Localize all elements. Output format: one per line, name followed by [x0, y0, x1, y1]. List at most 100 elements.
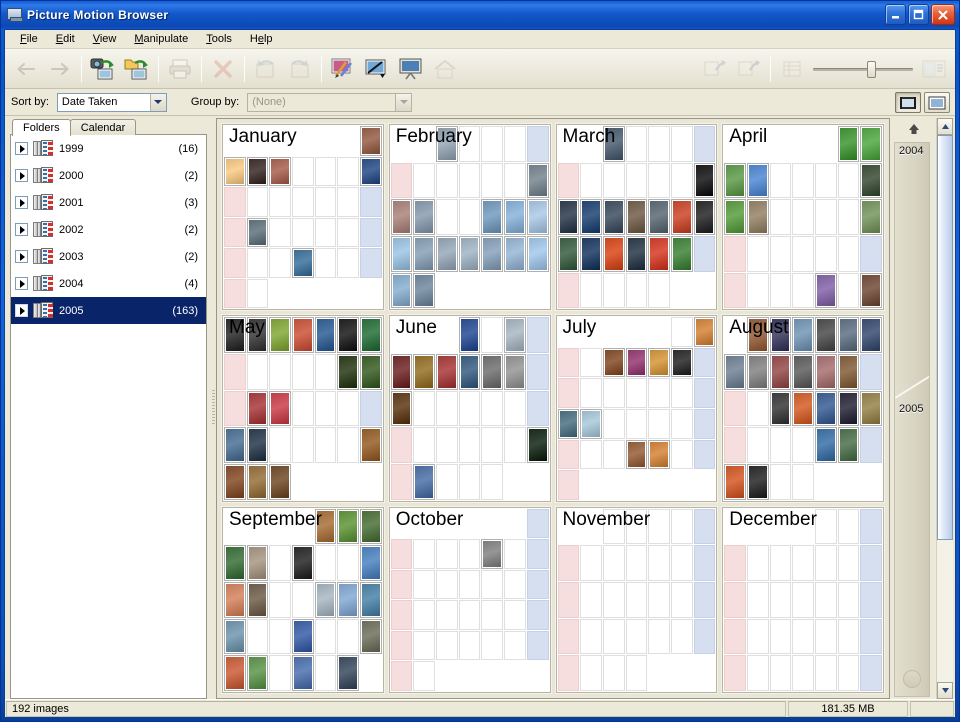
photo-thumbnail[interactable] [862, 201, 880, 233]
day-cell[interactable] [625, 378, 648, 408]
menu-tools[interactable]: Tools [197, 31, 241, 48]
day-cell[interactable] [292, 187, 314, 217]
day-cell[interactable] [693, 378, 716, 408]
photo-thumbnail[interactable] [248, 657, 267, 689]
day-cell[interactable] [769, 581, 792, 618]
day-cell[interactable] [246, 655, 269, 691]
photo-thumbnail[interactable] [392, 237, 411, 270]
photo-thumbnail[interactable] [794, 392, 812, 425]
day-cell[interactable] [360, 390, 382, 427]
sort-by-combo[interactable]: Date Taken [56, 92, 167, 112]
day-cell[interactable] [314, 618, 337, 655]
day-cell[interactable] [246, 248, 269, 278]
day-cell[interactable] [746, 655, 769, 691]
day-cell[interactable] [413, 539, 436, 569]
day-cell[interactable] [693, 199, 716, 235]
photo-thumbnail[interactable] [506, 237, 524, 270]
day-cell[interactable] [292, 217, 314, 248]
day-cell[interactable] [557, 581, 580, 618]
day-cell[interactable] [602, 199, 625, 235]
day-cell[interactable] [602, 235, 625, 272]
day-cell[interactable] [314, 545, 337, 581]
photo-thumbnail[interactable] [627, 237, 646, 270]
day-cell[interactable] [693, 317, 716, 347]
share-email-button[interactable] [698, 53, 732, 85]
day-cell[interactable] [314, 187, 337, 217]
menu-edit[interactable]: Edit [47, 31, 84, 48]
day-cell[interactable] [792, 427, 814, 463]
day-cell[interactable] [670, 199, 693, 235]
rotate-right-button[interactable] [283, 53, 317, 85]
day-cell[interactable] [792, 545, 814, 581]
day-cell[interactable] [557, 378, 580, 408]
expand-triangle-icon[interactable] [15, 277, 28, 290]
day-cell[interactable] [458, 600, 481, 630]
photo-thumbnail[interactable] [816, 429, 835, 461]
day-cell[interactable] [413, 272, 436, 309]
photo-thumbnail[interactable] [816, 355, 835, 388]
day-cell[interactable] [436, 630, 458, 661]
day-cell[interactable] [269, 427, 292, 463]
day-cell[interactable] [602, 439, 625, 470]
day-cell[interactable] [769, 427, 792, 463]
photo-thumbnail[interactable] [248, 392, 267, 425]
tree-item-2002[interactable]: 2002 (2) [11, 216, 206, 243]
photo-thumbnail[interactable] [248, 465, 267, 498]
day-cell[interactable] [292, 353, 314, 390]
export-button[interactable] [360, 53, 394, 85]
photo-thumbnail[interactable] [695, 201, 714, 233]
day-cell[interactable] [769, 618, 792, 655]
group-by-combo[interactable]: (None) [247, 92, 413, 112]
tree-item-2004[interactable]: 2004 (4) [11, 270, 206, 297]
day-cell[interactable] [481, 317, 504, 353]
day-cell[interactable] [648, 581, 670, 618]
photo-thumbnail[interactable] [339, 583, 358, 616]
photo-thumbnail[interactable] [506, 355, 524, 388]
chevron-down-icon[interactable] [395, 93, 412, 111]
day-cell[interactable] [269, 463, 292, 500]
photo-thumbnail[interactable] [415, 237, 434, 270]
day-cell[interactable] [504, 199, 526, 235]
day-cell[interactable] [746, 618, 769, 655]
day-cell[interactable] [481, 630, 504, 661]
day-cell[interactable] [224, 545, 246, 581]
day-cell[interactable] [769, 463, 792, 500]
photo-thumbnail[interactable] [460, 237, 479, 270]
photo-thumbnail[interactable] [559, 201, 578, 233]
day-cell[interactable] [860, 508, 882, 545]
day-cell[interactable] [746, 317, 769, 353]
scrollbar-trough[interactable] [937, 135, 953, 682]
day-cell[interactable] [269, 187, 292, 217]
day-cell[interactable] [292, 317, 314, 353]
day-cell[interactable] [360, 248, 382, 278]
day-cell[interactable] [360, 187, 382, 217]
day-cell[interactable] [504, 317, 526, 353]
day-cell[interactable] [504, 390, 526, 427]
day-cell[interactable] [557, 272, 580, 309]
photo-thumbnail[interactable] [862, 128, 880, 160]
day-cell[interactable] [360, 126, 382, 156]
day-cell[interactable] [625, 439, 648, 470]
day-cell[interactable] [390, 272, 413, 309]
photo-thumbnail[interactable] [627, 201, 646, 233]
day-cell[interactable] [769, 353, 792, 390]
day-cell[interactable] [390, 235, 413, 272]
day-cell[interactable] [481, 427, 504, 463]
day-cell[interactable] [670, 162, 693, 199]
day-cell[interactable] [625, 508, 648, 545]
day-cell[interactable] [413, 600, 436, 630]
day-cell[interactable] [436, 600, 458, 630]
photo-thumbnail[interactable] [862, 392, 880, 425]
day-cell[interactable] [792, 581, 814, 618]
menu-file[interactable]: File [11, 31, 47, 48]
day-cell[interactable] [792, 199, 814, 235]
day-cell[interactable] [837, 618, 860, 655]
day-cell[interactable] [602, 655, 625, 691]
day-cell[interactable] [724, 353, 746, 390]
day-cell[interactable] [224, 278, 246, 309]
photo-thumbnail[interactable] [862, 274, 880, 307]
day-cell[interactable] [269, 581, 292, 618]
day-cell[interactable] [837, 317, 860, 353]
day-cell[interactable] [224, 618, 246, 655]
photo-thumbnail[interactable] [672, 201, 691, 233]
